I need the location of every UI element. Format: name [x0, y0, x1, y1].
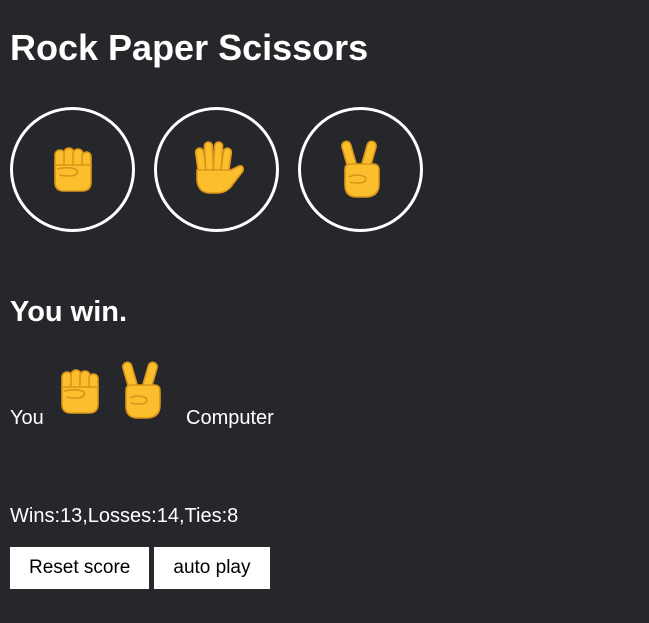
actions: Reset score auto play	[10, 547, 270, 589]
result-message: You win.	[10, 296, 128, 328]
reset-score-button[interactable]: Reset score	[10, 547, 150, 589]
scissors-button[interactable]	[298, 107, 423, 232]
player-fist-hand-icon	[61, 369, 99, 414]
score-text: Wins:13,Losses:14,Ties:8	[10, 505, 239, 527]
victory-hand-icon	[340, 140, 380, 198]
paper-button[interactable]	[154, 107, 279, 232]
page-title: Rock Paper Scissors	[10, 27, 369, 68]
move-buttons	[10, 107, 423, 232]
auto-play-button[interactable]: auto play	[154, 547, 270, 589]
you-label: You	[10, 407, 44, 429]
rock-button[interactable]	[10, 107, 135, 232]
computer-victory-hand-icon	[122, 361, 161, 419]
last-round-moves: You Computer	[10, 360, 330, 430]
fist-hand-icon	[53, 146, 92, 192]
open-hand-icon	[194, 140, 244, 194]
computer-label: Computer	[186, 407, 274, 429]
